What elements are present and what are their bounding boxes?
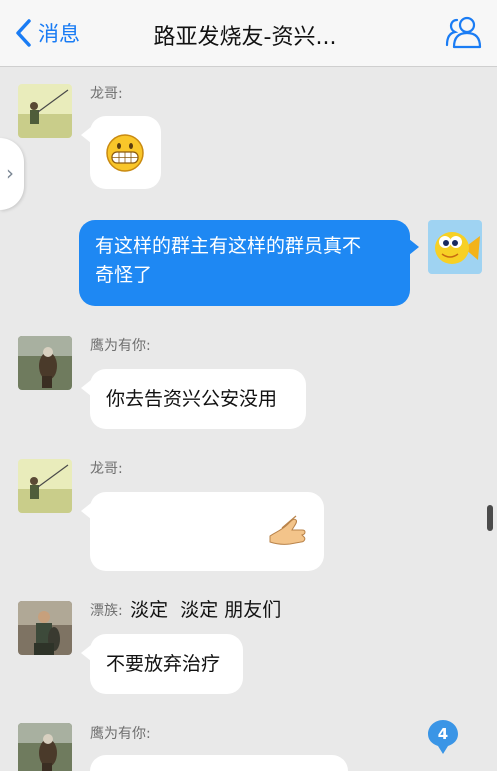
back-button[interactable]: 消息 xyxy=(14,16,80,50)
sender-name: 鹰为有你: xyxy=(90,726,151,742)
avatar-yingweiyouni[interactable] xyxy=(18,723,72,771)
sender-name: 鹰为有你: xyxy=(90,338,151,354)
sender-name: 龙哥: xyxy=(90,86,123,102)
avatar-yingweiyouni[interactable] xyxy=(18,336,72,390)
nav-bar: 消息 路亚发烧友-资兴... xyxy=(0,0,497,67)
message-bubble[interactable]: 淡定 淡定 朋友们 xyxy=(90,492,324,621)
message-text: 淡定 淡定 朋友们 xyxy=(130,599,282,621)
sender-name: 龙哥: xyxy=(90,461,123,477)
message-bubble[interactable]: 你去告资兴公安没用 xyxy=(90,369,306,429)
avatar-longge[interactable] xyxy=(18,84,72,138)
message-bubble[interactable] xyxy=(90,116,161,189)
avatar-piaozu[interactable] xyxy=(18,601,72,655)
outgoing-message-bubble[interactable]: 有这样的群主有这样的群员真不 奇怪了 xyxy=(79,220,410,306)
message-text-line-2: 奇怪了 xyxy=(95,264,153,286)
unread-count: 4 xyxy=(437,725,449,743)
group-members-icon[interactable] xyxy=(445,14,485,50)
message-bubble[interactable] xyxy=(90,755,348,771)
back-label: 消息 xyxy=(38,22,80,46)
grinning-face-emoji-icon xyxy=(106,134,144,172)
sender-name: 漂族: xyxy=(90,603,123,619)
page-title: 路亚发烧友-资兴... xyxy=(153,25,337,50)
message-text-line-1: 有这样的群主有这样的群员真不 xyxy=(95,235,362,257)
message-bubble[interactable]: 不要放弃治疗 xyxy=(90,634,243,694)
unread-count-badge[interactable]: 4 xyxy=(428,720,458,754)
scrollbar-thumb[interactable] xyxy=(487,505,493,531)
avatar-self[interactable] xyxy=(428,220,482,274)
chevron-right-icon: › xyxy=(6,161,14,185)
chat-message-list[interactable]: 龙哥: 有这样的群主有这样的群员真不 奇怪了 鹰为有你: 你去告资兴公安没用 龙… xyxy=(0,67,497,771)
chevron-left-icon xyxy=(16,19,31,47)
handshake-gesture-icon xyxy=(269,515,306,545)
avatar-longge[interactable] xyxy=(18,459,72,513)
